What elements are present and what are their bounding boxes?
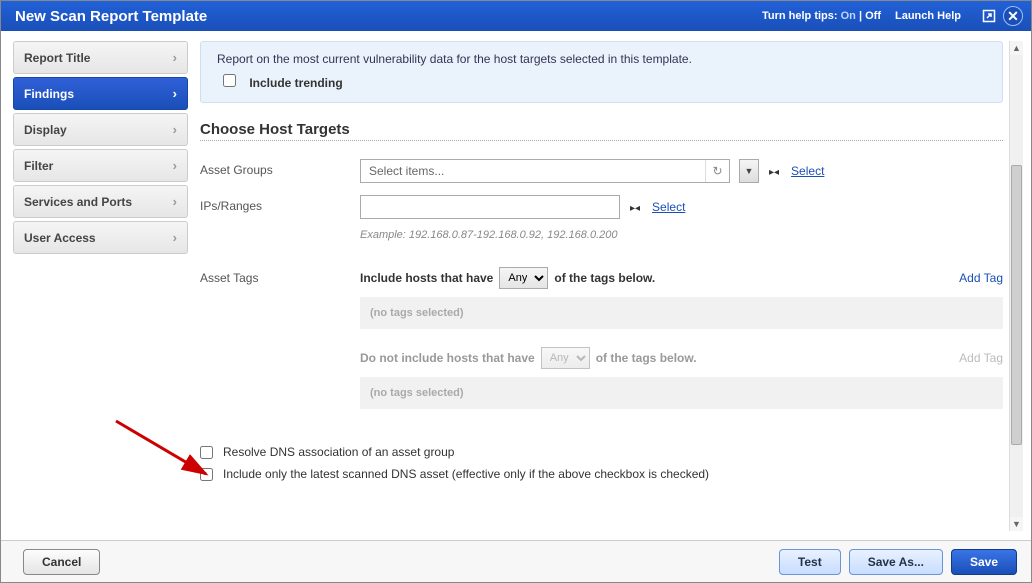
popout-icon[interactable]	[979, 6, 999, 26]
chevron-right-icon: ›	[173, 50, 177, 65]
ips-label: IPs/Ranges	[200, 195, 360, 213]
asset-tags-label: Asset Tags	[200, 267, 360, 285]
ips-example: Example: 192.168.0.87-192.168.0.92, 192.…	[360, 229, 1003, 241]
cancel-button[interactable]: Cancel	[23, 549, 100, 575]
asset-groups-label: Asset Groups	[200, 159, 360, 177]
include-tags-mode-select[interactable]: Any	[499, 267, 548, 289]
scroll-up-icon[interactable]: ▲	[1010, 41, 1023, 55]
refresh-icon[interactable]: ↻	[705, 160, 729, 182]
chevron-right-icon: ›	[173, 158, 177, 173]
pointer-icon: ▸◂	[769, 167, 779, 178]
help-tips-on[interactable]: On	[841, 10, 856, 22]
chevron-right-icon: ›	[173, 86, 177, 101]
sidebar-item-services-ports[interactable]: Services and Ports ›	[13, 185, 188, 218]
scrollbar[interactable]: ▲ ▼	[1009, 41, 1023, 531]
main-panel: Report on the most current vulnerability…	[200, 41, 1023, 531]
ips-ranges-input[interactable]	[360, 195, 620, 219]
test-button[interactable]: Test	[779, 549, 841, 575]
scroll-down-icon[interactable]: ▼	[1010, 517, 1023, 531]
scroll-thumb[interactable]	[1011, 165, 1022, 445]
titlebar: New Scan Report Template Turn help tips:…	[1, 1, 1031, 31]
help-tips-toggle: Turn help tips: On | Off	[762, 10, 881, 22]
chevron-right-icon: ›	[173, 194, 177, 209]
divider	[200, 140, 1003, 141]
sidebar: Report Title › Findings › Display › Filt…	[13, 41, 188, 531]
asset-groups-dropdown-button[interactable]: ▼	[739, 159, 759, 183]
dialog-title: New Scan Report Template	[15, 8, 762, 25]
sidebar-item-display[interactable]: Display ›	[13, 113, 188, 146]
section-title: Choose Host Targets	[200, 121, 1003, 138]
include-trending-label: Include trending	[249, 76, 342, 90]
latest-dns-label: Include only the latest scanned DNS asse…	[223, 467, 709, 481]
resolve-dns-label: Resolve DNS association of an asset grou…	[223, 445, 454, 459]
add-exclude-tag-link: Add Tag	[959, 351, 1003, 365]
ips-select-link[interactable]: Select	[652, 200, 685, 214]
sidebar-item-report-title[interactable]: Report Title ›	[13, 41, 188, 74]
help-tips-off[interactable]: Off	[865, 10, 881, 22]
chevron-right-icon: ›	[173, 122, 177, 137]
save-as-button[interactable]: Save As...	[849, 549, 943, 575]
sidebar-item-findings[interactable]: Findings ›	[13, 77, 188, 110]
launch-help-link[interactable]: Launch Help	[895, 10, 961, 22]
asset-groups-select[interactable]: Select items... ↻	[360, 159, 730, 183]
include-trending-checkbox[interactable]	[223, 74, 236, 87]
add-include-tag-link[interactable]: Add Tag	[959, 271, 1003, 285]
info-text: Report on the most current vulnerability…	[217, 52, 986, 66]
sidebar-item-user-access[interactable]: User Access ›	[13, 221, 188, 254]
include-tags-empty: (no tags selected)	[360, 297, 1003, 329]
exclude-tags-empty: (no tags selected)	[360, 377, 1003, 409]
pointer-icon: ▸◂	[630, 203, 640, 214]
latest-dns-checkbox[interactable]	[200, 468, 213, 481]
exclude-tags-mode-select: Any	[541, 347, 590, 369]
sidebar-item-filter[interactable]: Filter ›	[13, 149, 188, 182]
asset-groups-select-link[interactable]: Select	[791, 164, 824, 178]
resolve-dns-checkbox[interactable]	[200, 446, 213, 459]
close-icon: ✕	[1003, 6, 1023, 26]
save-button[interactable]: Save	[951, 549, 1017, 575]
chevron-right-icon: ›	[173, 230, 177, 245]
footer: Cancel Test Save As... Save	[1, 540, 1031, 582]
close-button[interactable]: ✕	[1003, 6, 1023, 26]
info-box: Report on the most current vulnerability…	[200, 41, 1003, 103]
